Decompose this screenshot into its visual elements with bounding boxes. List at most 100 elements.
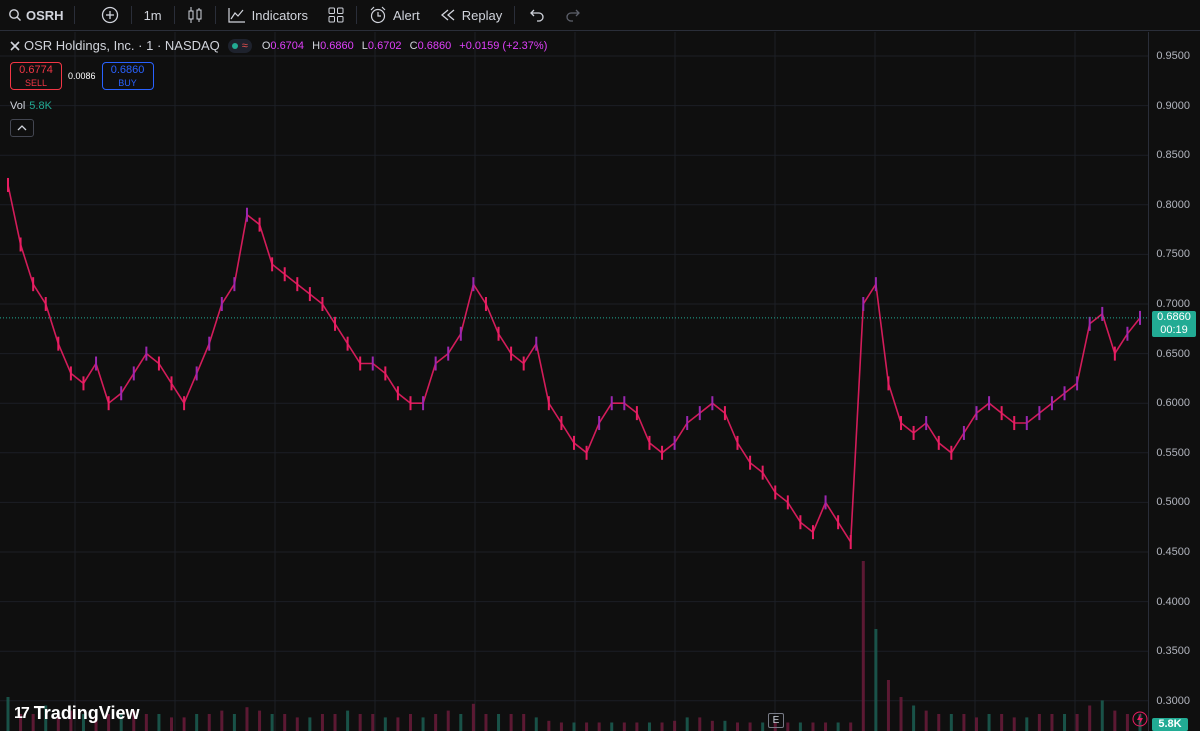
layouts-button[interactable] (318, 0, 354, 31)
indicators-button[interactable]: Indicators (218, 0, 318, 31)
volume-bar (484, 714, 488, 731)
tradingview-logo-icon: 17 (14, 704, 30, 722)
replay-label: Replay (461, 7, 503, 23)
volume-bar (232, 714, 236, 731)
toolbar-divider (514, 6, 516, 24)
volume-bar (761, 722, 765, 731)
volume-bar (6, 697, 10, 731)
volume-bar (283, 714, 287, 731)
chart-type-button[interactable] (177, 0, 213, 31)
replay-button[interactable]: Replay (430, 0, 512, 31)
volume-bar (786, 722, 790, 731)
volume-bar (1075, 714, 1079, 731)
price-tick-label: 0.4500 (1156, 546, 1190, 558)
volume-bar (1088, 705, 1092, 731)
undo-icon (530, 9, 544, 22)
change-value: +0.0159 (+2.37%) (459, 39, 548, 52)
volume-bar (1050, 714, 1054, 731)
volume-bar (207, 714, 211, 731)
volume-bar (912, 705, 916, 731)
data-delay-icon: ≈ (241, 39, 248, 52)
chevron-up-icon (17, 125, 27, 131)
symbol-title[interactable]: OSR Holdings, Inc. · 1 · NASDAQ (24, 38, 220, 53)
price-tick-label: 0.6000 (1156, 397, 1190, 410)
volume-bar (949, 714, 953, 731)
market-status[interactable]: ≈ (227, 38, 252, 53)
price-tick-label: 0.3000 (1156, 694, 1190, 707)
bar-countdown: 00:19 (1160, 324, 1188, 336)
volume-bar (383, 717, 387, 731)
volume-bar (245, 707, 249, 731)
price-chart[interactable] (0, 32, 1148, 731)
volume-bar (962, 714, 966, 731)
low-value: 0.6702 (367, 39, 402, 52)
current-price-badge: 0.6860 00:19 (1152, 311, 1196, 337)
volume-bar (144, 714, 148, 731)
toolbar-divider (173, 6, 175, 24)
volume-bar (434, 714, 438, 731)
market-open-icon (231, 42, 238, 49)
high-key: H (312, 39, 321, 52)
volume-bar (685, 717, 689, 731)
tradingview-logo[interactable]: 17 TradingView (14, 703, 140, 724)
redo-button[interactable] (555, 0, 591, 31)
volume-bar (937, 714, 941, 731)
price-tick-label: 0.7000 (1156, 298, 1190, 310)
price-tick-label: 0.5500 (1156, 446, 1190, 459)
volume-legend: Vol 5.8K (10, 100, 52, 112)
volume-bar (559, 722, 563, 731)
spread-value: 0.0086 (68, 71, 96, 81)
alert-label: Alert (393, 7, 420, 23)
earnings-marker[interactable]: E (768, 713, 784, 728)
volume-bar (295, 717, 299, 731)
compare-button[interactable] (77, 0, 129, 31)
price-series-line (7, 184, 1141, 545)
volume-value: 5.8K (29, 100, 52, 112)
collapse-legend-button[interactable] (10, 119, 34, 137)
volume-bar (572, 722, 576, 731)
volume-bar (1037, 714, 1041, 731)
symbol-name: OSRH (26, 7, 64, 23)
volume-label: Vol (10, 100, 26, 112)
volume-bar (987, 714, 991, 731)
indicators-icon (228, 8, 245, 23)
volume-bar (396, 717, 400, 731)
volume-bar (358, 714, 362, 731)
volume-bar (182, 717, 186, 731)
price-tick-label: 0.6500 (1156, 347, 1190, 360)
volume-bar (509, 714, 513, 731)
alert-button[interactable]: Alert (359, 0, 430, 31)
price-tick-label: 0.8000 (1156, 198, 1190, 211)
price-axis[interactable]: 0.9500 0.9000 0.8500 0.8000 0.7500 0.7000 0.65… (1148, 32, 1200, 731)
volume-bar (371, 714, 375, 731)
volume-bar (195, 714, 199, 731)
undo-button[interactable] (517, 0, 555, 31)
lightning-icon[interactable] (1132, 711, 1148, 727)
price-tick-label: 0.9500 (1156, 50, 1190, 62)
toolbar-divider (130, 6, 132, 24)
volume-bar (1000, 714, 1004, 731)
close-key: C (409, 39, 418, 52)
interval-button[interactable]: 1m (134, 0, 172, 31)
volume-bar (471, 703, 475, 731)
volume-bar (736, 722, 740, 731)
interval-label: 1m (143, 7, 162, 23)
buy-button[interactable]: 0.6860 BUY (101, 62, 154, 90)
volume-bar (270, 714, 274, 731)
volume-bar (308, 717, 312, 731)
low-key: L (361, 39, 368, 52)
price-tick-label: 0.7500 (1156, 248, 1190, 261)
sell-button[interactable]: 0.6774 SELL (10, 62, 62, 90)
volume-bar (408, 714, 412, 731)
volume-bar (220, 710, 224, 731)
symbol-search[interactable]: OSRH (0, 0, 72, 31)
volume-bar (534, 717, 538, 731)
current-price-label: 0.6860 (1157, 311, 1191, 323)
volume-bar (497, 714, 501, 731)
toolbar-divider (73, 6, 75, 24)
trade-panel: 0.6774 SELL 0.0086 0.6860 BUY (10, 62, 154, 90)
close-value: 0.6860 (417, 39, 452, 52)
search-icon (9, 9, 21, 21)
chart-pane[interactable] (0, 32, 1148, 731)
volume-bar (459, 714, 463, 731)
